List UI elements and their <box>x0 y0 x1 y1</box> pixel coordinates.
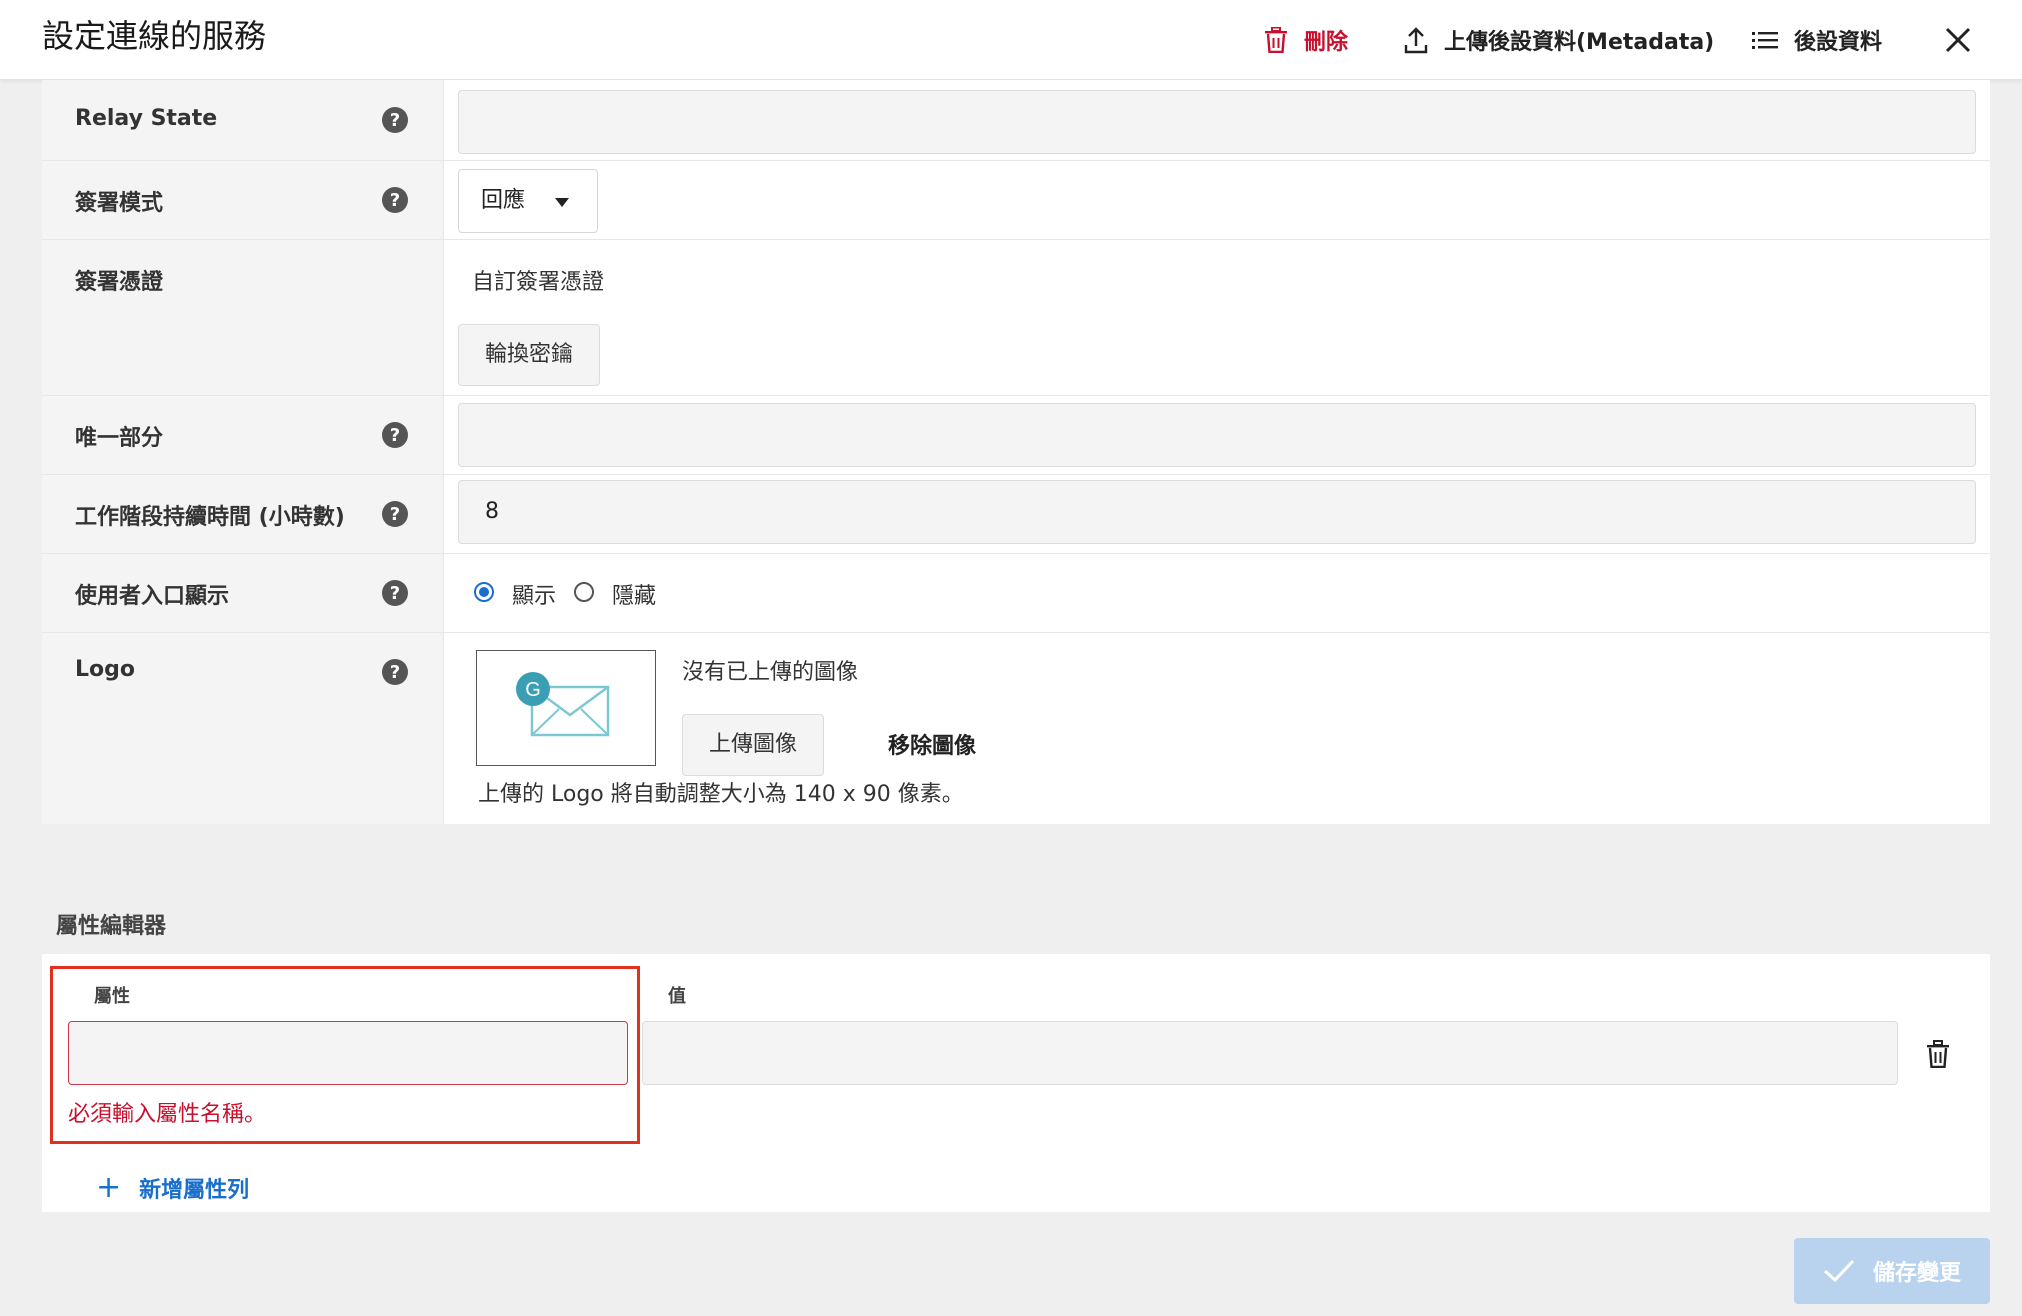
signing-cert-value: 自訂簽署憑證 <box>472 270 605 295</box>
row-user-portal-display: 使用者入口顯示 ? 顯示 隱藏 <box>42 554 1990 633</box>
envelope-icon: G <box>516 672 610 737</box>
caret-down-icon <box>555 198 569 207</box>
help-icon[interactable]: ? <box>382 107 408 133</box>
trash-icon <box>1265 27 1287 53</box>
radio-hide-label: 隱藏 <box>612 584 657 609</box>
plus-icon: + <box>96 1170 122 1205</box>
unique-part-label: 唯一部分 <box>75 426 164 451</box>
radio-show[interactable] <box>474 582 494 602</box>
user-portal-display-label: 使用者入口顯示 <box>75 584 230 609</box>
logo-size-hint: 上傳的 Logo 將自動調整大小為 140 x 90 像素。 <box>478 782 964 807</box>
label-column: 簽署模式 ? <box>42 161 444 239</box>
rotate-key-button[interactable]: 輪換密鑰 <box>458 324 600 386</box>
label-column: 唯一部分 ? <box>42 396 444 474</box>
attribute-editor-title: 屬性編輯器 <box>56 914 167 939</box>
logo-placeholder-letter: G <box>525 679 541 701</box>
add-attribute-row-button[interactable]: + 新增屬性列 <box>96 1172 249 1204</box>
label-column: 工作階段持續時間 (小時數) ? <box>42 475 444 553</box>
close-button[interactable] <box>1944 18 1988 62</box>
logo-preview: G <box>476 650 656 766</box>
signing-cert-label: 簽署憑證 <box>75 270 164 295</box>
signing-mode-select[interactable]: 回應 <box>458 169 598 233</box>
signing-mode-label: 簽署模式 <box>75 191 164 216</box>
check-icon <box>1823 1259 1855 1283</box>
dialog-title: 設定連線的服務 <box>42 17 267 55</box>
help-icon[interactable]: ? <box>382 659 408 685</box>
row-signing-cert: 簽署憑證 自訂簽署憑證 輪換密鑰 <box>42 240 1990 396</box>
delete-label: 刪除 <box>1304 30 1349 55</box>
row-unique-part: 唯一部分 ? <box>42 396 1990 475</box>
row-session-duration: 工作階段持續時間 (小時數) ? 8 <box>42 475 1990 554</box>
relay-state-input[interactable] <box>458 90 1976 154</box>
save-changes-label: 儲存變更 <box>1872 1261 1961 1286</box>
label-column: 使用者入口顯示 ? <box>42 554 444 632</box>
trash-icon <box>1927 1040 1949 1069</box>
help-icon[interactable]: ? <box>382 501 408 527</box>
attribute-value-input[interactable] <box>642 1021 1898 1085</box>
row-logo: Logo ? <box>42 633 1990 824</box>
add-attribute-row-label: 新增屬性列 <box>139 1178 250 1203</box>
remove-image-button[interactable]: 移除圖像 <box>888 728 976 760</box>
help-icon[interactable]: ? <box>382 580 408 606</box>
close-icon <box>1945 27 1971 53</box>
no-image-text: 沒有已上傳的圖像 <box>682 660 859 685</box>
list-icon <box>1752 32 1778 49</box>
error-highlight-box <box>50 966 640 1144</box>
delete-row-button[interactable] <box>1926 1040 1950 1072</box>
delete-button[interactable]: 刪除 <box>1264 18 1348 62</box>
metadata-label: 後設資料 <box>1794 30 1883 55</box>
dialog-header: 設定連線的服務 刪除 上傳後設資料(Metadata) 後設資料 <box>0 0 2022 80</box>
session-duration-label: 工作階段持續時間 (小時數) <box>75 505 345 530</box>
help-icon[interactable]: ? <box>382 422 408 448</box>
logo-label: Logo <box>75 657 135 682</box>
save-changes-button[interactable]: 儲存變更 <box>1794 1238 1990 1304</box>
label-column: 簽署憑證 <box>42 240 444 395</box>
signing-mode-value: 回應 <box>481 188 526 213</box>
label-column: Logo ? <box>42 633 444 824</box>
upload-metadata-label: 上傳後設資料(Metadata) <box>1444 30 1715 55</box>
metadata-button[interactable]: 後設資料 <box>1752 18 1882 62</box>
upload-image-button[interactable]: 上傳圖像 <box>682 714 824 776</box>
row-signing-mode: 簽署模式 ? 回應 <box>42 161 1990 240</box>
relay-state-label: Relay State <box>75 106 218 131</box>
label-column: Relay State ? <box>42 80 444 160</box>
upload-metadata-button[interactable]: 上傳後設資料(Metadata) <box>1404 18 1714 62</box>
help-icon[interactable]: ? <box>382 187 408 213</box>
radio-hide[interactable] <box>574 582 594 602</box>
row-relay-state: Relay State ? <box>42 80 1990 161</box>
session-duration-input[interactable]: 8 <box>458 480 1976 544</box>
value-column-header: 值 <box>668 986 686 1007</box>
unique-part-input[interactable] <box>458 403 1976 467</box>
upload-icon <box>1404 27 1428 54</box>
radio-show-label: 顯示 <box>512 584 557 609</box>
settings-form: Relay State ? 簽署模式 ? 回應 簽署憑證 自訂簽署憑證 輪換密鑰… <box>42 80 1990 824</box>
